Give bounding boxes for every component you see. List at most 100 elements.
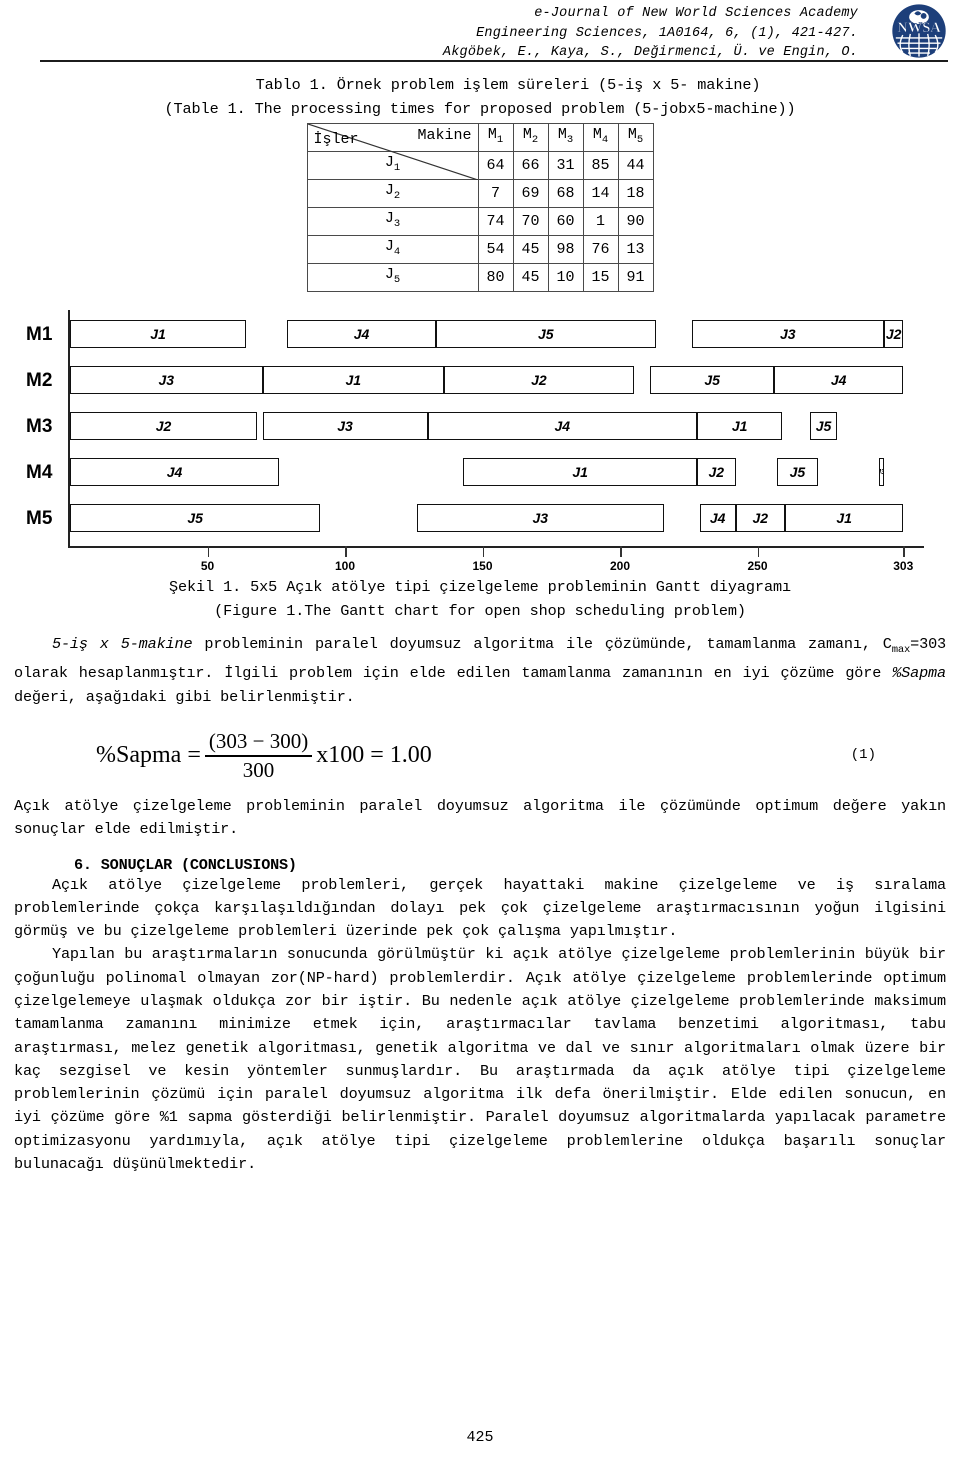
- page-running-header: e-Journal of New World Sciences Academy …: [0, 0, 960, 66]
- processing-times-table: Makine İşler M1 M2 M3 M4 M5 J1 64 66 31 …: [306, 123, 654, 292]
- cell-j3-m2: 70: [512, 207, 549, 236]
- gantt-bar-m3-j3: J3: [262, 412, 428, 440]
- col-header-m5: M5: [617, 123, 654, 152]
- table-caption: Tablo 1. Örnek problem işlem süreleri (5…: [14, 74, 946, 121]
- gantt-bar-m1-j5: J5: [435, 320, 656, 348]
- gantt-bar-m2-j1: J1: [262, 366, 444, 394]
- gantt-bar-m4-j1: J1: [463, 458, 697, 486]
- table-corner-cell: Makine İşler: [306, 123, 479, 180]
- journal-issue: Engineering Sciences, 1A0164, 6, (1), 42…: [476, 25, 858, 41]
- gantt-bar-m5-j5: J5: [70, 504, 321, 532]
- corner-jobs-label: İşler: [313, 131, 359, 148]
- equation-fraction: (303 − 300) 300: [204, 728, 313, 783]
- gantt-bar-m1-j1: J1: [70, 320, 246, 348]
- cell-j2-m5: 18: [617, 179, 654, 208]
- equation-denominator: 300: [242, 757, 275, 782]
- gantt-tick: [345, 546, 347, 557]
- gantt-bar-m4-j5: J5: [776, 458, 818, 486]
- gantt-tick-label: 303: [893, 559, 914, 573]
- nwsa-logo-text: NWSA: [897, 20, 941, 36]
- cell-j2-m4: 14: [582, 179, 619, 208]
- deviation-equation: %Sapma = (303 − 300) 300 x100 = 1.00: [96, 729, 432, 783]
- gantt-tick: [620, 546, 622, 557]
- header-divider: [40, 60, 948, 62]
- table-row: J5 80 45 10 15 91: [306, 263, 654, 292]
- paragraph-optimum: Açık atölye çizelgeleme probleminin para…: [14, 796, 946, 839]
- cell-j5-m3: 10: [547, 263, 584, 292]
- gantt-machine-label-m4: M4: [26, 462, 53, 483]
- row-header-j3: J3: [306, 207, 479, 236]
- cell-j1-m3: 31: [547, 151, 584, 180]
- corner-machine-label: Makine: [417, 127, 472, 144]
- gantt-chart: M1 M2 M3 M4 M5 J1 J4 J5 J3 J2 J3 J1 J2 J5 J4 J2 J3 J4 J1 J5…: [22, 310, 954, 573]
- header-citation: e-Journal of New World Sciences Academy …: [0, 4, 948, 63]
- row-header-j5: J5: [306, 263, 479, 292]
- col-header-m1: M1: [477, 123, 514, 152]
- para1-rest-a: probleminin paralel doyumsuz algoritma i…: [192, 635, 695, 653]
- para1-line3-b: değeri, aşağıdaki: [14, 687, 167, 706]
- gantt-bar-m3-j4: J4: [427, 412, 697, 440]
- gantt-bar-m2-j3: J3: [70, 366, 263, 394]
- gantt-bar-m5-j4: J4: [699, 504, 736, 532]
- cell-j1-m5: 44: [617, 151, 654, 180]
- cell-j3-m3: 60: [547, 207, 584, 236]
- page-number: 425: [466, 1429, 494, 1446]
- gantt-tick: [757, 546, 760, 557]
- cell-j3-m1: 74: [477, 207, 514, 236]
- equation-row: %Sapma = (303 − 300) 300 x100 = 1.00 (1): [14, 723, 946, 785]
- gantt-machine-label-m1: M1: [26, 324, 53, 345]
- gantt-tick-label: 250: [747, 559, 768, 573]
- paragraph-conclusions-2: Yapılan bu araştırmaların sonucunda görü…: [14, 945, 946, 1174]
- gantt-tick: [482, 546, 485, 557]
- cmax-subscript: max: [891, 644, 911, 657]
- gantt-bar-m5-j2: J2: [735, 504, 785, 532]
- col-header-m2: M2: [512, 123, 549, 152]
- cell-j4-m3: 98: [547, 235, 584, 264]
- gantt-tick-label: 50: [200, 559, 215, 573]
- para1-line2-a: tamamlanma zamanı, C: [706, 635, 892, 653]
- cell-j4-m2: 45: [512, 235, 549, 264]
- cell-j5-m2: 45: [512, 263, 549, 292]
- gantt-bar-m1-j4: J4: [287, 320, 436, 348]
- cell-j2-m1: 7: [477, 179, 514, 208]
- cell-j4-m5: 13: [617, 235, 654, 264]
- nwsa-globe-logo-icon: NWSA: [892, 4, 946, 58]
- table-row: J3 74 70 60 1 90: [306, 207, 654, 236]
- gantt-bar-m1-j2: J2: [884, 320, 904, 348]
- row-header-j2: J2: [306, 179, 479, 208]
- cell-j3-m5: 90: [617, 207, 654, 236]
- paragraph-conclusions-1: Açık atölye çizelgeleme problemleri, ger…: [14, 875, 946, 941]
- table-row: J4 54 45 98 76 13: [306, 235, 654, 264]
- equation-numerator: (303 − 300): [208, 728, 309, 753]
- table-header-row: Makine İşler M1 M2 M3 M4 M5: [306, 123, 654, 180]
- gantt-bar-m2-j4: J4: [774, 366, 904, 394]
- figure-caption-tr: Şekil 1. 5x5 Açık atölye tipi çizelgelem…: [169, 578, 791, 596]
- gantt-bar-m4-j3: J3: [878, 458, 884, 486]
- equation-rhs: x100 = 1.00: [316, 742, 432, 769]
- cell-j1-m1: 64: [477, 151, 514, 180]
- gantt-bar-m5-j1: J1: [785, 504, 904, 532]
- equation-number: (1): [850, 746, 876, 763]
- table-row: J2 7 69 68 14 18: [306, 179, 654, 208]
- gantt-bar-m2-j2: J2: [444, 366, 634, 394]
- figure-caption-en: (Figure 1.The Gantt chart for open shop …: [214, 601, 746, 620]
- gantt-bar-m3-j5: J5: [809, 412, 838, 440]
- gantt-bar-m4-j2: J2: [697, 458, 736, 486]
- para1-line4: gibi belirlenmiştir.: [175, 687, 355, 706]
- gantt-bar-m5-j3: J3: [416, 504, 664, 532]
- col-header-m3: M3: [547, 123, 584, 152]
- cell-j5-m5: 91: [617, 263, 654, 292]
- cell-j2-m3: 68: [547, 179, 584, 208]
- gantt-bar-m3-j1: J1: [697, 412, 783, 440]
- cell-j4-m1: 54: [477, 235, 514, 264]
- gantt-machine-label-m5: M5: [26, 508, 53, 529]
- para1-line3-a: edilen tamamlanma zamanının en iyi çözüm…: [456, 664, 893, 683]
- col-header-m4: M4: [582, 123, 619, 152]
- journal-name: e-Journal of New World Sciences Academy: [534, 6, 858, 21]
- para1-italic-lead: 5-iş x 5-makine: [52, 635, 193, 653]
- gantt-x-axis: [68, 546, 924, 548]
- gantt-tick: [207, 546, 210, 557]
- table-caption-tr: Tablo 1. Örnek problem işlem süreleri (5…: [255, 76, 761, 94]
- gantt-bar-m3-j2: J2: [70, 412, 257, 440]
- section-heading-conclusions: 6. SONUÇLAR (CONCLUSIONS): [74, 855, 297, 874]
